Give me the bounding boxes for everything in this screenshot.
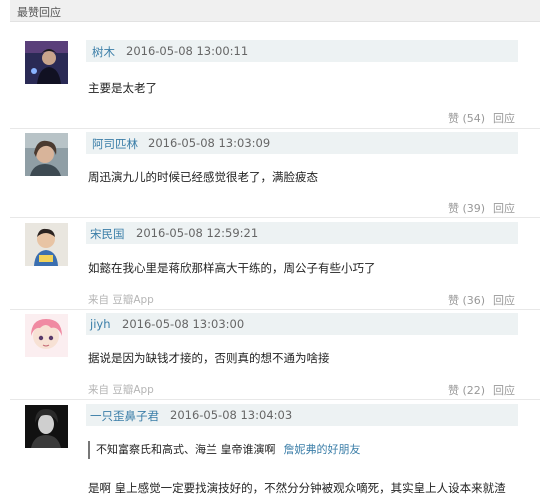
divider [10, 399, 540, 400]
comment-content: 主要是太老了 [88, 81, 157, 95]
comment-time: 2016-05-08 12:59:21 [136, 226, 259, 240]
username-link[interactable]: 一只歪鼻子君 [90, 408, 159, 424]
like-button[interactable]: 赞 (36) [448, 292, 485, 308]
comment-meta: 宋民国 2016-05-08 12:59:21 [86, 222, 518, 244]
comment-time: 2016-05-08 13:00:11 [126, 44, 249, 58]
divider [10, 217, 540, 218]
comment-content: 如懿在我心里是蒋欣那样高大干练的，周公子有些小巧了 [88, 261, 376, 275]
reply-button[interactable]: 回应 [493, 382, 515, 398]
quoted-text: 不知富察氏和高式、海兰 皇帝谁演啊 [96, 443, 276, 456]
username-link[interactable]: 树木 [92, 44, 115, 60]
divider [10, 309, 540, 310]
comment-content: 周迅演九儿的时候已经感觉很老了，满脸疲态 [88, 170, 318, 184]
comment-content: 是啊 皇上感觉一定要找演技好的，不然分分钟被观众嘀死，其实皇上人设本来就渣 [88, 481, 506, 495]
quoted-reply: 不知富察氏和高式、海兰 皇帝谁演啊 詹妮弗的好朋友 [88, 441, 361, 459]
reply-button[interactable]: 回应 [493, 110, 515, 126]
comment-meta: 阿司匹林 2016-05-08 13:03:09 [86, 132, 518, 154]
reply-button[interactable]: 回应 [493, 292, 515, 308]
like-button[interactable]: 赞 (22) [448, 382, 485, 398]
avatar[interactable] [25, 41, 68, 84]
comment-time: 2016-05-08 13:03:09 [148, 136, 271, 150]
comment-meta: 树木 2016-05-08 13:00:11 [86, 40, 518, 62]
section-title: 最赞回应 [17, 6, 61, 19]
comment-source: 来自 豆瓣App [88, 384, 154, 396]
reply-button[interactable]: 回应 [493, 200, 515, 216]
username-link[interactable]: 宋民国 [90, 226, 125, 242]
divider [10, 128, 540, 129]
comment-meta: jiyh 2016-05-08 13:03:00 [86, 313, 518, 335]
like-button[interactable]: 赞 (39) [448, 200, 485, 216]
like-button[interactable]: 赞 (54) [448, 110, 485, 126]
comment-time: 2016-05-08 13:03:00 [122, 317, 245, 331]
comment-time: 2016-05-08 13:04:03 [170, 408, 293, 422]
comment-meta: 一只歪鼻子君 2016-05-08 13:04:03 [86, 404, 518, 426]
username-link[interactable]: 阿司匹林 [92, 136, 138, 152]
avatar[interactable] [25, 314, 68, 357]
comment-source: 来自 豆瓣App [88, 294, 154, 306]
section-header: 最赞回应 [10, 0, 540, 22]
avatar[interactable] [25, 405, 68, 448]
comment-content: 据说是因为缺钱才接的，否则真的想不通为啥接 [88, 351, 330, 365]
username-link[interactable]: jiyh [90, 317, 110, 331]
avatar[interactable] [25, 223, 68, 266]
quoted-author-link[interactable]: 詹妮弗的好朋友 [284, 443, 361, 456]
avatar[interactable] [25, 133, 68, 176]
